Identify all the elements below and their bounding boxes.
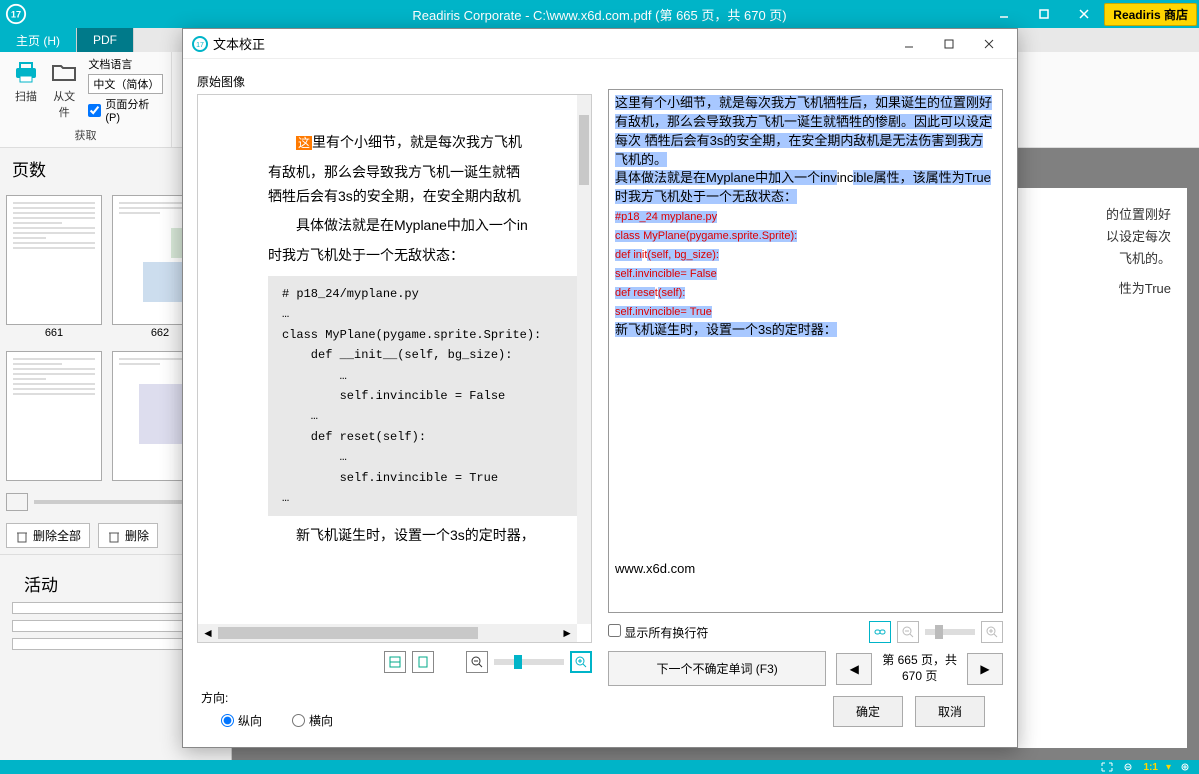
text-editor[interactable]: 这里有个小细节，就是每次我方飞机牺牲后，如果诞生的位置刚好 有敌机，那么会导致我… <box>608 89 1003 613</box>
source-image-view: 这里有个小细节，就是每次我方飞机 有敌机，那么会导致我方飞机一诞生就牺 牺牲后会… <box>197 94 592 643</box>
zoom-in-status-icon[interactable] <box>1179 761 1193 773</box>
fit-page-button[interactable] <box>412 651 434 673</box>
trash-icon <box>15 529 29 543</box>
page-info: 第 665 页，共 670 页 <box>882 653 957 684</box>
trash-icon <box>107 529 121 543</box>
link-button[interactable] <box>869 621 891 643</box>
titlebar: 17 Readiris Corporate - C:\www.x6d.com.p… <box>0 0 1199 28</box>
source-code-block: # p18_24/myplane.py … class MyPlane(pyga… <box>268 276 591 516</box>
doclang-label: 文档语言 <box>88 56 163 72</box>
delete-button[interactable]: 删除 <box>98 523 158 548</box>
dialog-close-button[interactable] <box>969 29 1009 59</box>
source-scrollbar-vertical[interactable] <box>577 95 591 624</box>
zoom-slider[interactable] <box>494 659 564 665</box>
ok-button[interactable]: 确定 <box>833 696 903 727</box>
orientation-label: 方向: <box>201 689 588 706</box>
language-select[interactable]: 中文（简体） <box>88 74 163 94</box>
svg-text:17: 17 <box>196 42 204 49</box>
scan-button[interactable]: 扫描 <box>8 56 44 124</box>
window-title: Readiris Corporate - C:\www.x6d.com.pdf … <box>412 5 786 24</box>
dialog-minimize-button[interactable] <box>889 29 929 59</box>
shop-badge[interactable]: Readiris 商店 <box>1104 3 1197 26</box>
show-newlines-checkbox[interactable]: 显示所有换行符 <box>608 624 708 641</box>
maximize-button[interactable] <box>1024 0 1064 28</box>
thumb-663[interactable] <box>6 351 102 481</box>
printer-icon <box>12 58 40 86</box>
orientation-landscape[interactable]: 横向 <box>292 712 333 729</box>
tab-home[interactable]: 主页 (H) <box>0 28 77 52</box>
close-button[interactable] <box>1064 0 1104 28</box>
thumb-661[interactable]: 661 <box>6 195 102 341</box>
status-bar: 1:1 ▾ <box>0 760 1199 774</box>
zoom-out-status-icon[interactable] <box>1122 761 1136 773</box>
ribbon-group-label: 获取 <box>8 125 163 143</box>
source-image-label: 原始图像 <box>197 69 592 94</box>
source-scrollbar-horizontal[interactable]: ◄► <box>198 624 577 642</box>
dialog-titlebar: 17 文本校正 <box>183 29 1017 59</box>
zoom-ratio: 1:1 <box>1144 762 1158 773</box>
text-correction-dialog: 17 文本校正 原始图像 这里有个小细节，就是每次我方飞机 有敌机，那么会导致我… <box>182 28 1018 748</box>
text-zoom-in-button[interactable] <box>981 621 1003 643</box>
dialog-maximize-button[interactable] <box>929 29 969 59</box>
text-zoom-out-button[interactable] <box>897 621 919 643</box>
zoom-out-button[interactable] <box>466 651 488 673</box>
pageanalysis-checkbox[interactable] <box>88 104 101 117</box>
fit-width-button[interactable] <box>384 651 406 673</box>
app-icon: 17 <box>191 35 209 53</box>
thumb-zoom-input[interactable] <box>6 493 28 511</box>
dialog-title: 文本校正 <box>213 34 265 53</box>
next-page-button[interactable]: ▶ <box>967 653 1003 685</box>
pageanalysis-label: 页面分析(P) <box>105 96 163 124</box>
text-zoom-slider[interactable] <box>925 629 975 635</box>
tab-pdf[interactable]: PDF <box>77 28 134 52</box>
orientation-portrait[interactable]: 纵向 <box>221 712 262 729</box>
next-uncertain-word-button[interactable]: 下一个不确定单词 (F3) <box>608 651 826 686</box>
minimize-button[interactable] <box>984 0 1024 28</box>
cancel-button[interactable]: 取消 <box>915 696 985 727</box>
prev-page-button[interactable]: ◀ <box>836 653 872 685</box>
zoom-in-button[interactable] <box>570 651 592 673</box>
app-logo: 17 <box>0 0 32 28</box>
delete-all-button[interactable]: 删除全部 <box>6 523 90 548</box>
svg-text:17: 17 <box>11 10 21 20</box>
fromfile-button[interactable]: 从文件 <box>44 56 84 124</box>
fullscreen-icon[interactable] <box>1100 761 1114 773</box>
folder-icon <box>50 58 78 86</box>
